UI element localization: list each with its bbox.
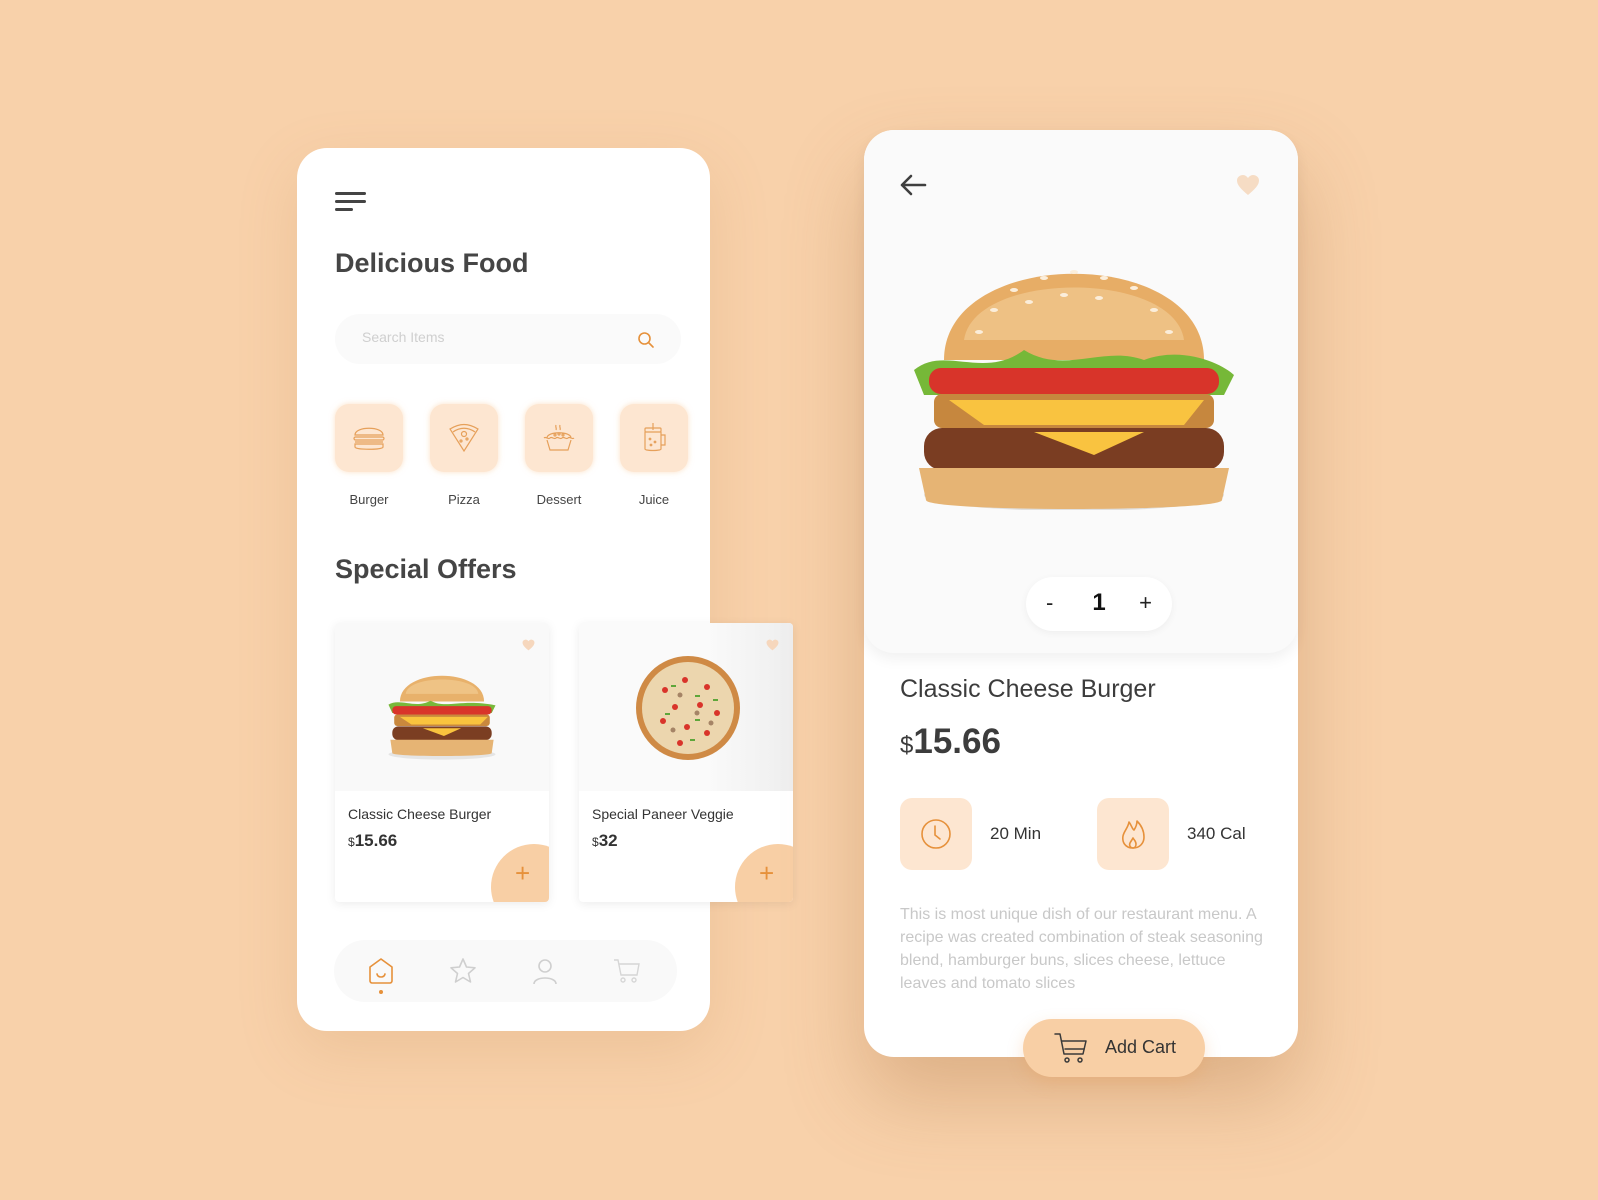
burger-icon bbox=[353, 427, 385, 450]
offer-price: $15.66 bbox=[348, 831, 398, 850]
offer-price: $32 bbox=[592, 831, 618, 850]
prep-time: 20 Min bbox=[900, 798, 1080, 870]
offer-name: Special Paneer Veggie bbox=[592, 806, 734, 822]
calories-value: 340 Cal bbox=[1187, 824, 1246, 843]
offer-card[interactable]: Special Paneer Veggie $32 + bbox=[579, 623, 793, 902]
page-title: Delicious Food bbox=[335, 248, 529, 278]
home-screen: Delicious Food Burger bbox=[297, 148, 793, 1031]
add-cart-button[interactable]: Add Cart bbox=[1023, 1019, 1205, 1077]
hamburger-menu-icon[interactable] bbox=[335, 192, 367, 212]
pizza-slice-icon bbox=[449, 423, 479, 453]
search-bar bbox=[335, 314, 681, 364]
category-burger[interactable]: Burger bbox=[335, 404, 403, 507]
offer-image bbox=[335, 623, 549, 791]
calories: 340 Cal bbox=[1097, 798, 1277, 870]
cart-icon bbox=[1054, 1033, 1087, 1063]
category-label: Dessert bbox=[536, 492, 582, 507]
search-icon[interactable] bbox=[637, 331, 655, 349]
category-label: Pizza bbox=[448, 492, 480, 507]
active-indicator bbox=[379, 990, 383, 994]
pizza-image bbox=[636, 656, 740, 760]
juice-jar-icon bbox=[644, 423, 666, 452]
burger-image bbox=[914, 270, 1234, 510]
offer-card[interactable]: Classic Cheese Burger $15.66 + bbox=[335, 623, 549, 902]
hero-section: - 1 + bbox=[864, 130, 1298, 653]
nav-favorites[interactable] bbox=[448, 956, 478, 986]
nav-profile[interactable] bbox=[530, 956, 560, 986]
star-icon bbox=[450, 958, 476, 983]
category-label: Juice bbox=[638, 492, 670, 507]
burger-image bbox=[388, 675, 496, 760]
category-pizza[interactable]: Pizza bbox=[430, 404, 498, 507]
section-title: Special Offers bbox=[335, 554, 517, 584]
pie-icon bbox=[543, 424, 575, 451]
offer-image bbox=[579, 623, 793, 791]
cart-icon bbox=[614, 959, 640, 983]
nav-home[interactable] bbox=[366, 956, 396, 994]
add-to-cart-button[interactable]: + bbox=[735, 844, 793, 902]
product-name: Classic Cheese Burger bbox=[900, 675, 1156, 703]
heart-icon[interactable] bbox=[522, 639, 535, 651]
heart-icon[interactable] bbox=[766, 639, 779, 651]
user-icon bbox=[533, 959, 557, 985]
flame-icon bbox=[1122, 820, 1145, 849]
category-dessert[interactable]: Dessert bbox=[525, 404, 593, 507]
category-list: Burger Pizza Dessert Juice bbox=[335, 404, 695, 514]
bottom-nav bbox=[334, 940, 677, 1002]
increase-quantity-button[interactable]: + bbox=[1139, 590, 1152, 616]
clock-icon bbox=[921, 819, 951, 849]
category-juice[interactable]: Juice bbox=[620, 404, 688, 507]
quantity-stepper: - 1 + bbox=[1026, 577, 1172, 631]
add-to-cart-button[interactable]: + bbox=[491, 844, 549, 902]
heart-icon[interactable] bbox=[1236, 174, 1260, 196]
home-icon bbox=[369, 958, 393, 984]
product-description: This is most unique dish of our restaura… bbox=[900, 906, 1263, 992]
add-cart-label: Add Cart bbox=[1105, 1037, 1177, 1057]
prep-time-value: 20 Min bbox=[990, 824, 1042, 843]
arrow-left-icon[interactable] bbox=[898, 172, 928, 198]
nav-cart[interactable] bbox=[612, 956, 642, 986]
product-price: $15.66 bbox=[900, 722, 1001, 761]
detail-screen: - 1 + Classic Cheese Burger $15.66 20 Mi… bbox=[864, 130, 1298, 1077]
category-label: Burger bbox=[349, 492, 389, 507]
search-input[interactable] bbox=[362, 329, 622, 345]
offer-name: Classic Cheese Burger bbox=[348, 806, 492, 822]
